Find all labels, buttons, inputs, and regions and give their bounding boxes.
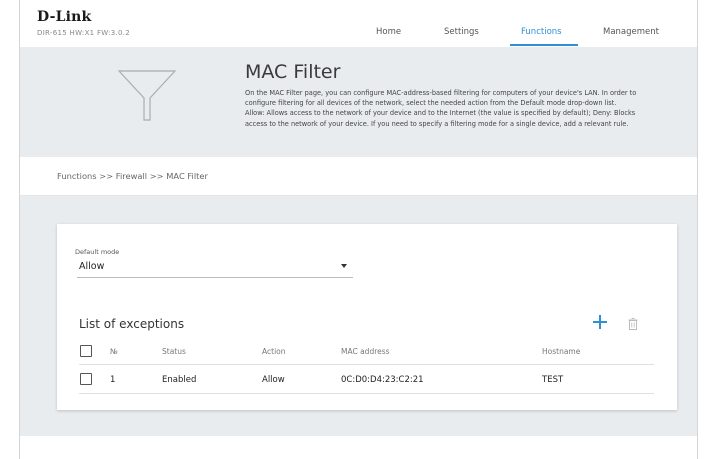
breadcrumb[interactable]: Functions >> Firewall >> MAC Filter bbox=[57, 171, 208, 181]
row-status[interactable]: Enabled bbox=[162, 375, 196, 385]
breadcrumb-bar: Functions >> Firewall >> MAC Filter bbox=[20, 157, 697, 196]
select-all-checkbox[interactable] bbox=[80, 345, 92, 357]
page-description: On the MAC Filter page, you can configur… bbox=[245, 89, 637, 128]
nav-settings[interactable]: Settings bbox=[444, 27, 479, 37]
page: D-Link DIR-615 HW:X1 FW:3.0.2 Home Setti… bbox=[0, 0, 719, 459]
column-header-status: Status bbox=[162, 347, 186, 356]
top-header bbox=[20, 0, 697, 48]
exceptions-title: List of exceptions bbox=[79, 317, 185, 331]
dropdown-caret-icon bbox=[341, 264, 347, 268]
row-checkbox[interactable] bbox=[80, 373, 92, 385]
add-rule-button[interactable] bbox=[592, 314, 608, 330]
device-info: DIR-615 HW:X1 FW:3.0.2 bbox=[37, 29, 131, 37]
nav-management[interactable]: Management bbox=[603, 27, 659, 37]
row-number[interactable]: 1 bbox=[110, 375, 115, 385]
column-header-mac: MAC address bbox=[341, 347, 390, 356]
row-mac-address[interactable]: 0C:D0:D4:23:C2:21 bbox=[341, 375, 424, 385]
default-mode-label: Default mode bbox=[75, 248, 120, 256]
frame-right-border bbox=[697, 0, 698, 459]
column-header-number: № bbox=[110, 347, 118, 356]
page-title: MAC Filter bbox=[245, 61, 341, 83]
column-header-action: Action bbox=[262, 347, 286, 356]
nav-active-indicator bbox=[510, 44, 578, 46]
row-hostname[interactable]: TEST bbox=[542, 375, 563, 385]
row-action[interactable]: Allow bbox=[262, 375, 285, 385]
table-row-divider bbox=[79, 393, 654, 394]
default-mode-value: Allow bbox=[79, 261, 105, 272]
nav-home[interactable]: Home bbox=[376, 27, 401, 37]
nav-functions[interactable]: Functions bbox=[521, 27, 562, 37]
trash-icon[interactable] bbox=[628, 318, 638, 330]
column-header-hostname: Hostname bbox=[542, 347, 581, 356]
funnel-icon bbox=[118, 70, 176, 121]
table-header-divider bbox=[79, 364, 654, 365]
default-mode-select[interactable]: Allow bbox=[77, 259, 353, 278]
brand-logo[interactable]: D-Link bbox=[37, 9, 91, 25]
